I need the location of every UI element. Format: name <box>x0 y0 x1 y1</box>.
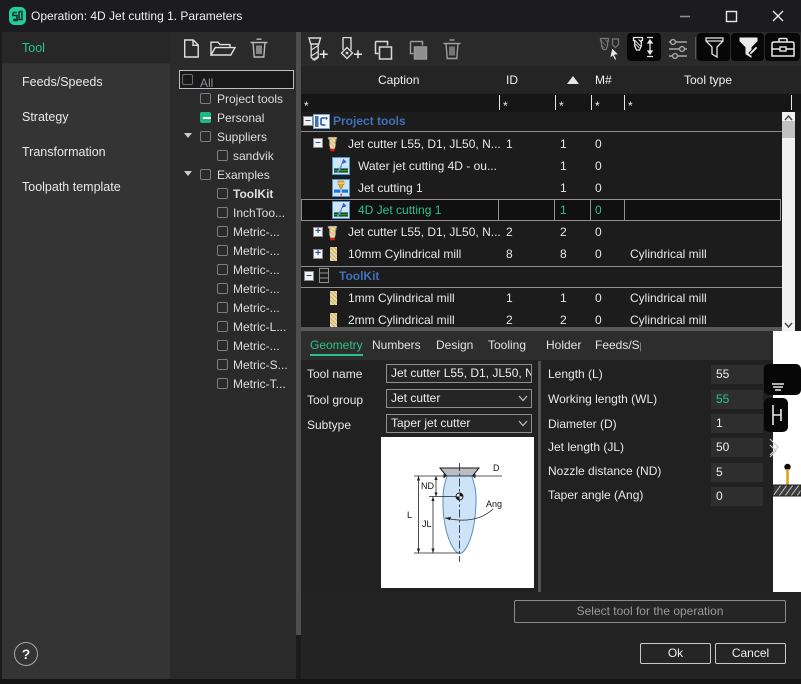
svg-text:JL: JL <box>422 519 432 529</box>
svg-text:Ang: Ang <box>486 499 502 509</box>
svg-text:L: L <box>407 510 412 520</box>
svg-text:D: D <box>493 463 500 473</box>
svg-text:ND: ND <box>421 481 434 491</box>
